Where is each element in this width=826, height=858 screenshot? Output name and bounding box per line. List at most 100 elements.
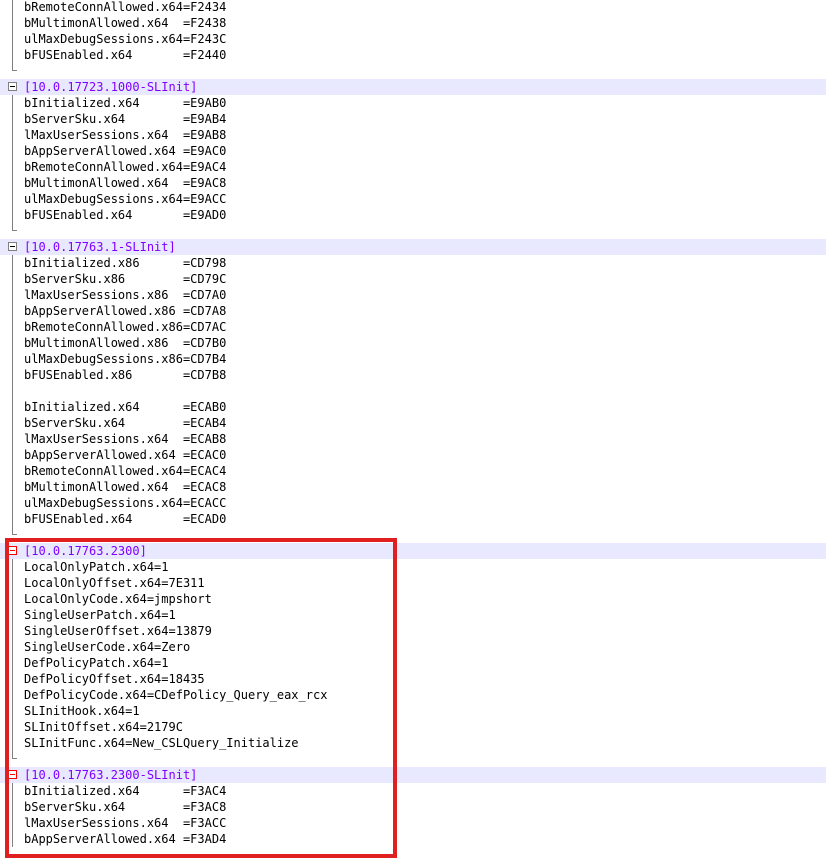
editor-line[interactable]: bAppServerAllowed.x64 =ECAC0 xyxy=(0,447,826,463)
editor-line[interactable]: ulMaxDebugSessions.x86=CD7B4 xyxy=(0,351,826,367)
editor-line[interactable]: bMultimonAllowed.x64 =E9AC8 xyxy=(0,175,826,191)
editor-line[interactable]: bRemoteConnAllowed.x64=E9AC4 xyxy=(0,159,826,175)
line-text: ulMaxDebugSessions.x64=ECACC xyxy=(24,496,227,510)
editor-line[interactable]: LocalOnlyOffset.x64=7E311 xyxy=(0,575,826,591)
editor-line[interactable]: SingleUserPatch.x64=1 xyxy=(0,607,826,623)
line-text: bFUSEnabled.x64 =ECAD0 xyxy=(24,512,227,526)
line-text: bMultimonAllowed.x64 =F2438 xyxy=(24,16,227,30)
line-text: bAppServerAllowed.x64 =ECAC0 xyxy=(24,448,227,462)
editor-line[interactable]: bFUSEnabled.x64 =F2440 xyxy=(0,47,826,63)
editor-line[interactable]: DefPolicyCode.x64=CDefPolicy_Query_eax_r… xyxy=(0,687,826,703)
editor-line[interactable]: SingleUserOffset.x64=13879 xyxy=(0,623,826,639)
fold-collapse-icon[interactable] xyxy=(8,242,17,251)
line-text: bRemoteConnAllowed.x64=E9AC4 xyxy=(24,160,227,174)
section-header-line[interactable]: [10.0.17763.2300-SLInit] xyxy=(0,767,826,783)
line-text: lMaxUserSessions.x64 =E9AB8 xyxy=(24,128,227,142)
fold-collapse-icon[interactable] xyxy=(8,546,17,555)
line-text: bServerSku.x86 =CD79C xyxy=(24,272,227,286)
fold-collapse-icon[interactable] xyxy=(8,82,17,91)
editor-line[interactable]: bMultimonAllowed.x64 =F2438 xyxy=(0,15,826,31)
line-text: bMultimonAllowed.x64 =E9AC8 xyxy=(24,176,227,190)
editor-line[interactable]: bRemoteConnAllowed.x86=CD7AC xyxy=(0,319,826,335)
editor-line[interactable]: DefPolicyPatch.x64=1 xyxy=(0,655,826,671)
editor-line[interactable]: bServerSku.x64 =ECAB4 xyxy=(0,415,826,431)
editor-line[interactable]: bMultimonAllowed.x86 =CD7B0 xyxy=(0,335,826,351)
line-text: bAppServerAllowed.x64 =E9AC0 xyxy=(24,144,227,158)
editor-line[interactable]: bFUSEnabled.x86 =CD7B8 xyxy=(0,367,826,383)
editor-line[interactable]: bInitialized.x64 =F3AC4 xyxy=(0,783,826,799)
line-text: bRemoteConnAllowed.x64=F2434 xyxy=(24,0,227,14)
fold-end-tick xyxy=(12,534,17,535)
editor-line[interactable]: bServerSku.x64 =F3AC8 xyxy=(0,799,826,815)
editor-line[interactable]: bInitialized.x86 =CD798 xyxy=(0,255,826,271)
line-text: bFUSEnabled.x86 =CD7B8 xyxy=(24,368,227,382)
editor-line[interactable]: bInitialized.x64 =ECAB0 xyxy=(0,399,826,415)
editor-line[interactable]: bRemoteConnAllowed.x64=ECAC4 xyxy=(0,463,826,479)
line-text: LocalOnlyOffset.x64=7E311 xyxy=(24,576,205,590)
editor-line[interactable]: ulMaxDebugSessions.x64=E9ACC xyxy=(0,191,826,207)
editor-line[interactable]: ulMaxDebugSessions.x64=F243C xyxy=(0,31,826,47)
line-text: bAppServerAllowed.x86 =CD7A8 xyxy=(24,304,227,318)
line-text: bInitialized.x64 =ECAB0 xyxy=(24,400,227,414)
editor-line[interactable] xyxy=(0,63,826,79)
line-text: [10.0.17763.1-SLInit] xyxy=(24,240,176,254)
line-text: [10.0.17723.1000-SLInit] xyxy=(24,80,198,94)
section-header-line[interactable]: [10.0.17763.1-SLInit] xyxy=(0,239,826,255)
editor-line[interactable]: ulMaxDebugSessions.x64=ECACC xyxy=(0,495,826,511)
editor-line[interactable]: SLInitFunc.x64=New_CSLQuery_Initialize xyxy=(0,735,826,751)
editor-line[interactable]: bAppServerAllowed.x86 =CD7A8 xyxy=(0,303,826,319)
line-text: bInitialized.x86 =CD798 xyxy=(24,256,227,270)
editor-line[interactable]: bFUSEnabled.x64 =ECAD0 xyxy=(0,511,826,527)
line-text: bMultimonAllowed.x64 =ECAC8 xyxy=(24,480,227,494)
line-text: SLInitFunc.x64=New_CSLQuery_Initialize xyxy=(24,736,299,750)
editor-line[interactable]: bRemoteConnAllowed.x64=F2434 xyxy=(0,0,826,15)
section-header-line[interactable]: [10.0.17723.1000-SLInit] xyxy=(0,79,826,95)
line-text: bFUSEnabled.x64 =F2440 xyxy=(24,48,227,62)
line-text: LocalOnlyPatch.x64=1 xyxy=(24,560,169,574)
line-text: [10.0.17763.2300-SLInit] xyxy=(24,768,198,782)
line-text: SingleUserCode.x64=Zero xyxy=(24,640,191,654)
line-text: bServerSku.x64 =ECAB4 xyxy=(24,416,227,430)
editor-line[interactable]: bAppServerAllowed.x64 =E9AC0 xyxy=(0,143,826,159)
editor-line[interactable] xyxy=(0,383,826,399)
line-text: DefPolicyCode.x64=CDefPolicy_Query_eax_r… xyxy=(24,688,328,702)
line-text: SLInitOffset.x64=2179C xyxy=(24,720,183,734)
line-text: SingleUserOffset.x64=13879 xyxy=(24,624,212,638)
editor-line[interactable]: DefPolicyOffset.x64=18435 xyxy=(0,671,826,687)
editor-line[interactable]: SingleUserCode.x64=Zero xyxy=(0,639,826,655)
line-text: SLInitHook.x64=1 xyxy=(24,704,140,718)
line-text: ulMaxDebugSessions.x86=CD7B4 xyxy=(24,352,227,366)
section-header-line[interactable]: [10.0.17763.2300] xyxy=(0,543,826,559)
editor-line[interactable]: bServerSku.x64 =E9AB4 xyxy=(0,111,826,127)
line-text: lMaxUserSessions.x86 =CD7A0 xyxy=(24,288,227,302)
editor-line[interactable]: bFUSEnabled.x64 =E9AD0 xyxy=(0,207,826,223)
editor-line[interactable] xyxy=(0,527,826,543)
line-text: bServerSku.x64 =F3AC8 xyxy=(24,800,227,814)
text-editor[interactable]: bRemoteConnAllowed.x64=F2434 bMultimonAll… xyxy=(0,0,826,850)
editor-line[interactable]: SLInitOffset.x64=2179C xyxy=(0,719,826,735)
fold-end-tick xyxy=(12,758,17,759)
editor-line[interactable]: lMaxUserSessions.x86 =CD7A0 xyxy=(0,287,826,303)
line-text: SingleUserPatch.x64=1 xyxy=(24,608,176,622)
editor-line[interactable]: bInitialized.x64 =E9AB0 xyxy=(0,95,826,111)
line-text: DefPolicyOffset.x64=18435 xyxy=(24,672,205,686)
line-text: ulMaxDebugSessions.x64=E9ACC xyxy=(24,192,227,206)
editor-line[interactable]: lMaxUserSessions.x64 =E9AB8 xyxy=(0,127,826,143)
editor-line[interactable]: bAppServerAllowed.x64 =F3AD4 xyxy=(0,831,826,847)
line-text: bRemoteConnAllowed.x86=CD7AC xyxy=(24,320,227,334)
editor-line[interactable]: LocalOnlyCode.x64=jmpshort xyxy=(0,591,826,607)
line-text: bServerSku.x64 =E9AB4 xyxy=(24,112,227,126)
fold-collapse-icon[interactable] xyxy=(8,770,17,779)
line-text: bMultimonAllowed.x86 =CD7B0 xyxy=(24,336,227,350)
line-text: [10.0.17763.2300] xyxy=(24,544,147,558)
editor-line[interactable]: lMaxUserSessions.x64 =ECAB8 xyxy=(0,431,826,447)
editor-line[interactable]: bMultimonAllowed.x64 =ECAC8 xyxy=(0,479,826,495)
editor-line[interactable]: lMaxUserSessions.x64 =F3ACC xyxy=(0,815,826,831)
line-text: bRemoteConnAllowed.x64=ECAC4 xyxy=(24,464,227,478)
editor-line[interactable] xyxy=(0,751,826,767)
editor-line[interactable]: bServerSku.x86 =CD79C xyxy=(0,271,826,287)
editor-line[interactable]: LocalOnlyPatch.x64=1 xyxy=(0,559,826,575)
editor-line[interactable] xyxy=(0,223,826,239)
fold-end-tick xyxy=(12,70,17,71)
editor-line[interactable]: SLInitHook.x64=1 xyxy=(0,703,826,719)
